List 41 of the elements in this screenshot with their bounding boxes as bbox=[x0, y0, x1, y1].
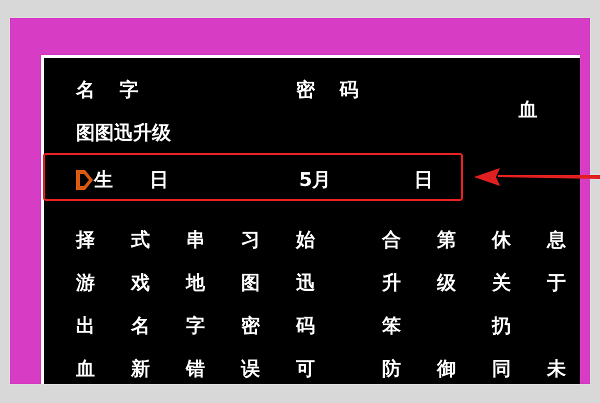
character-key[interactable]: 合 bbox=[382, 228, 401, 252]
character-key[interactable]: 扔 bbox=[492, 314, 511, 338]
character-key[interactable]: 休 bbox=[492, 228, 511, 252]
character-key[interactable]: 密 bbox=[241, 314, 260, 338]
character-key[interactable]: 出 bbox=[76, 314, 95, 338]
blood-type-label: 血 bbox=[518, 98, 538, 122]
character-key[interactable]: 择 bbox=[76, 228, 95, 252]
character-key[interactable]: 地 bbox=[186, 271, 205, 295]
character-key[interactable]: 可 bbox=[296, 357, 315, 381]
character-key[interactable]: 新 bbox=[131, 357, 150, 381]
character-key[interactable]: 图 bbox=[241, 271, 260, 295]
character-key[interactable]: 式 bbox=[131, 228, 150, 252]
status-text: 图图迅升级 bbox=[76, 121, 171, 145]
character-key[interactable]: 级 bbox=[437, 271, 456, 295]
character-key[interactable]: 御 bbox=[437, 357, 456, 381]
character-key[interactable]: 笨 bbox=[382, 314, 401, 338]
character-key[interactable]: 始 bbox=[296, 228, 315, 252]
character-key[interactable]: 码 bbox=[296, 314, 315, 338]
character-key[interactable]: 习 bbox=[241, 228, 260, 252]
character-key[interactable]: 于 bbox=[547, 271, 566, 295]
character-key[interactable]: 迅 bbox=[296, 271, 315, 295]
character-key[interactable]: 血 bbox=[76, 357, 95, 381]
name-label: 名 字 bbox=[76, 78, 140, 102]
character-key[interactable]: 关 bbox=[492, 271, 511, 295]
character-key[interactable]: 名 bbox=[131, 314, 150, 338]
character-key[interactable]: 误 bbox=[241, 357, 260, 381]
character-key[interactable]: 升 bbox=[382, 271, 401, 295]
character-key[interactable]: 字 bbox=[186, 314, 205, 338]
character-key[interactable]: 错 bbox=[186, 357, 205, 381]
character-key[interactable]: 戏 bbox=[131, 271, 150, 295]
character-key[interactable]: 未 bbox=[547, 357, 566, 381]
day-label: 日 bbox=[414, 168, 433, 192]
character-key[interactable]: 串 bbox=[186, 228, 205, 252]
character-key[interactable]: 游 bbox=[76, 271, 95, 295]
character-key[interactable]: 防 bbox=[382, 357, 401, 381]
month-value: 5月 bbox=[299, 168, 332, 192]
character-key[interactable]: 同 bbox=[492, 357, 511, 381]
password-label: 密 码 bbox=[296, 78, 359, 102]
character-key[interactable]: 第 bbox=[437, 228, 456, 252]
birthday-label: 生 日 bbox=[94, 168, 170, 192]
character-key[interactable]: 息 bbox=[547, 228, 566, 252]
